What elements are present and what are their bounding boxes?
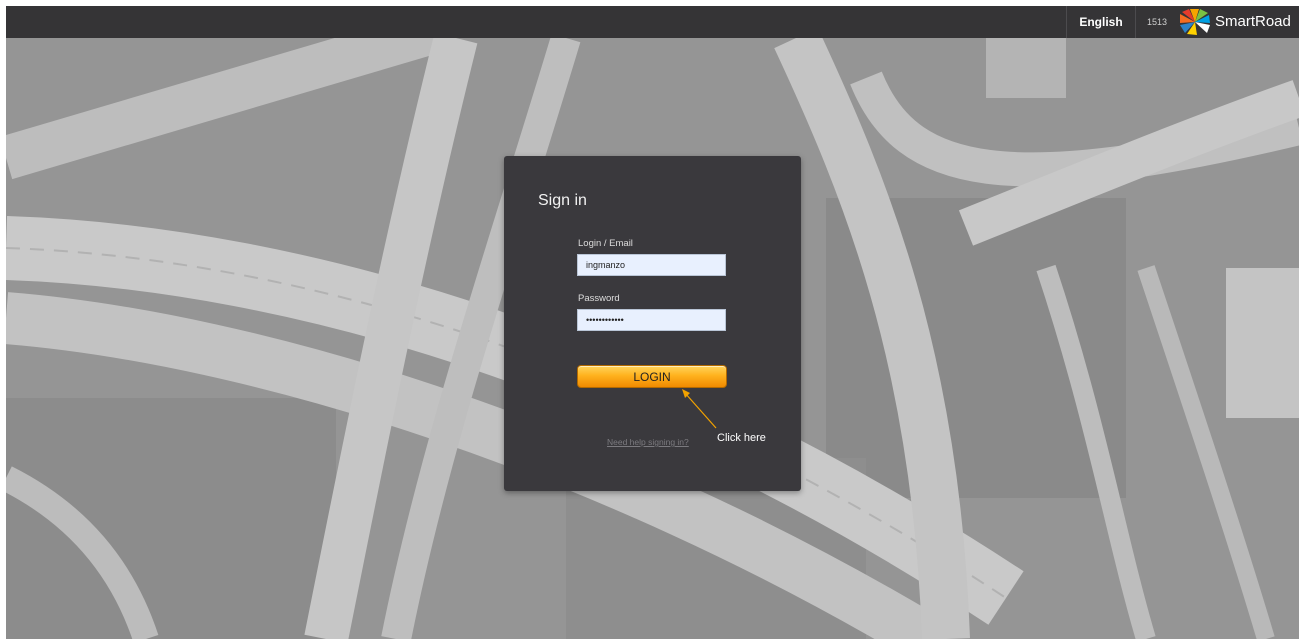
brand-name: SmartRoad xyxy=(1215,13,1291,30)
password-label: Password xyxy=(578,293,620,304)
login-email-input[interactable] xyxy=(577,254,726,276)
help-link[interactable]: Need help signing in? xyxy=(607,437,689,447)
page-title: Sign in xyxy=(538,192,587,209)
top-bar: English 1513 SmartRoad xyxy=(6,6,1299,38)
login-page: English 1513 SmartRoad Sign in Login / E… xyxy=(6,6,1299,639)
login-panel: Sign in Login / Email Password LOGIN Nee… xyxy=(504,156,801,491)
language-selector[interactable]: English xyxy=(1066,6,1136,38)
password-input[interactable] xyxy=(577,309,726,331)
login-button[interactable]: LOGIN xyxy=(577,365,727,388)
smartroad-logo-icon xyxy=(1180,9,1210,35)
login-email-label: Login / Email xyxy=(578,238,633,249)
click-here-annotation: Click here xyxy=(717,432,766,444)
version-label: 1513 xyxy=(1147,17,1168,27)
